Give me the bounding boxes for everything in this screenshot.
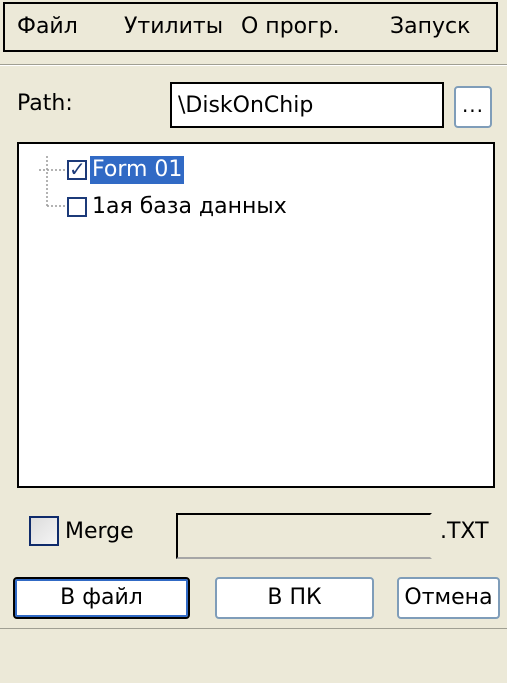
menu-bar: Файл Утилиты О прогр. Запуск: [3, 2, 498, 52]
form-01-checkbox[interactable]: ✓: [67, 157, 87, 181]
browse-button[interactable]: ...: [454, 86, 492, 128]
merge-label: Merge: [65, 519, 134, 544]
to-pc-button[interactable]: В ПК: [215, 577, 374, 619]
tree-item-form-01[interactable]: ✓ Form 01: [67, 155, 185, 185]
tree-item-database[interactable]: 1ая база данных: [67, 192, 289, 222]
tree-view[interactable]: ✓ Form 01 1ая база данных: [17, 142, 495, 488]
checkmark-icon: ✓: [69, 157, 86, 181]
menu-item-about[interactable]: О прогр.: [241, 4, 340, 50]
cancel-button[interactable]: Отмена: [397, 577, 500, 619]
to-file-button[interactable]: В файл: [13, 577, 190, 619]
status-bar: [0, 628, 507, 683]
path-label: Path:: [17, 91, 73, 116]
path-input[interactable]: [170, 82, 444, 128]
menu-item-launch[interactable]: Запуск: [390, 4, 470, 50]
database-checkbox[interactable]: [67, 197, 87, 217]
menu-separator: [0, 64, 507, 66]
tree-item-label: 1ая база данных: [92, 194, 287, 219]
merge-checkbox[interactable]: [29, 516, 59, 546]
tree-item-label: Form 01: [90, 156, 185, 184]
merge-filename-input[interactable]: [176, 513, 432, 559]
menu-item-utilities[interactable]: Утилиты: [124, 4, 223, 50]
extension-label: .TXT: [440, 519, 489, 544]
menu-item-file[interactable]: Файл: [17, 4, 78, 50]
